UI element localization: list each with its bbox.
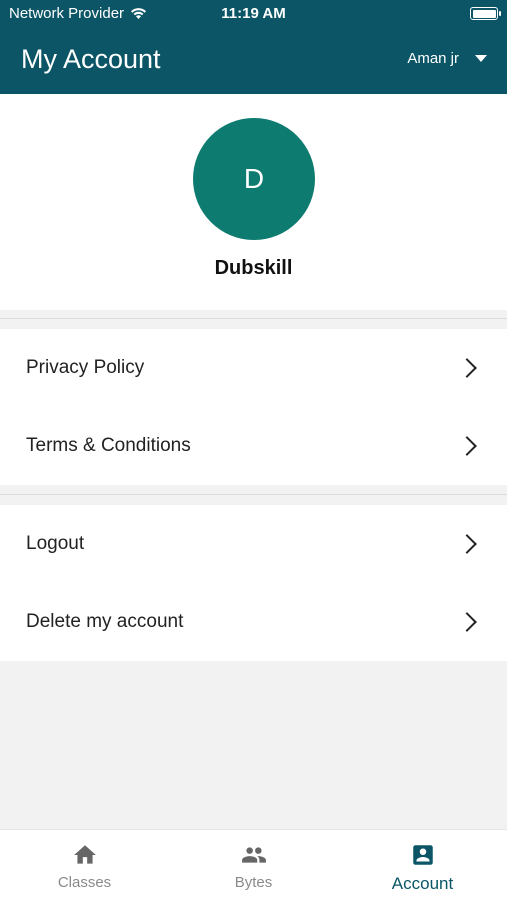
- battery-icon: [470, 7, 501, 20]
- account-box-icon: [412, 845, 433, 865]
- caret-down-icon: [475, 55, 487, 62]
- menu-group-account: Logout Delete my account: [0, 505, 507, 661]
- menu-item-label: Terms & Conditions: [26, 435, 191, 456]
- chevron-right-icon: [457, 436, 477, 456]
- home-icon: [73, 845, 96, 864]
- menu-item-logout[interactable]: Logout: [0, 505, 507, 583]
- avatar: D: [193, 118, 315, 240]
- bottom-tab-bar: Classes Bytes Account: [0, 829, 507, 900]
- menu-group-legal: Privacy Policy Terms & Conditions: [0, 329, 507, 485]
- menu-item-delete-account[interactable]: Delete my account: [0, 583, 507, 661]
- menu-item-label: Delete my account: [26, 611, 184, 632]
- menu-item-terms-conditions[interactable]: Terms & Conditions: [0, 407, 507, 485]
- chevron-right-icon: [457, 534, 477, 554]
- profile-card: D Dubskill: [0, 94, 507, 310]
- divider: [0, 494, 507, 495]
- tab-label: Account: [391, 874, 454, 893]
- status-bar: Network Provider 11:19 AM: [0, 0, 507, 28]
- tab-label: Bytes: [234, 874, 273, 891]
- tab-account[interactable]: Account: [338, 830, 507, 900]
- user-name: Aman jr: [407, 50, 459, 67]
- top-bar: Network Provider 11:19 AM My Account Ama…: [0, 0, 507, 94]
- menu-item-label: Privacy Policy: [26, 357, 145, 378]
- profile-name: Dubskill: [214, 257, 293, 279]
- chevron-right-icon: [457, 612, 477, 632]
- tab-bytes[interactable]: Bytes: [169, 830, 338, 900]
- menu-item-label: Logout: [26, 533, 85, 554]
- divider: [0, 318, 507, 319]
- page-title: My Account: [21, 44, 161, 74]
- tab-classes[interactable]: Classes: [0, 830, 169, 900]
- status-time: 11:19 AM: [221, 5, 286, 22]
- tab-label: Classes: [57, 874, 112, 891]
- app-header: My Account Aman jr: [0, 40, 507, 84]
- menu-item-privacy-policy[interactable]: Privacy Policy: [0, 329, 507, 407]
- user-dropdown[interactable]: Aman jr: [407, 50, 487, 67]
- people-icon: [241, 847, 266, 863]
- chevron-right-icon: [457, 358, 477, 378]
